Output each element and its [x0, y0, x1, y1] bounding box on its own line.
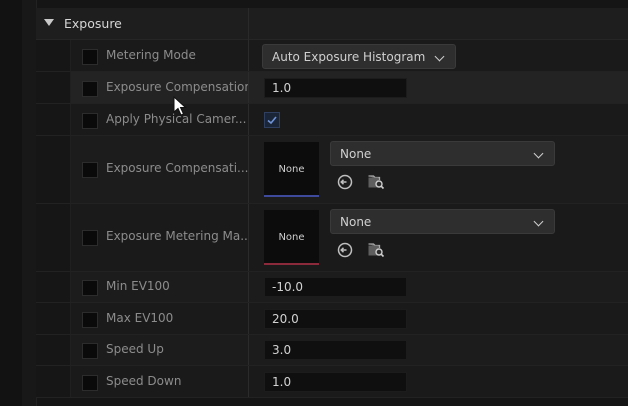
row-indent — [36, 40, 71, 71]
dropdown-value: None — [340, 215, 372, 229]
field-value: 1.0 — [272, 375, 292, 389]
speed-down-field[interactable]: 1.0 — [264, 372, 407, 392]
column-divider — [248, 136, 249, 203]
section-title: Exposure — [64, 16, 122, 31]
mask-asset-dropdown[interactable]: None — [330, 209, 555, 234]
max-ev100-field[interactable]: 20.0 — [264, 309, 407, 329]
indent-column — [22, 0, 37, 406]
caret-down-icon[interactable] — [44, 19, 54, 26]
row-metering-mode: Metering Mode Auto Exposure Histogram — [36, 40, 628, 72]
property-label: Exposure Metering Ma... — [106, 229, 248, 243]
row-speed-down: Speed Down 1.0 — [36, 366, 628, 398]
column-divider — [248, 40, 249, 71]
row-max-ev100: Max EV100 20.0 — [36, 303, 628, 335]
property-label: Min EV100 — [106, 279, 170, 293]
exposure-compensation-field[interactable]: 1.0 — [264, 78, 407, 98]
asset-thumbnail[interactable]: None — [264, 210, 319, 265]
override-checkbox[interactable] — [82, 113, 98, 129]
reset-arrow-icon[interactable] — [336, 173, 354, 191]
column-divider — [248, 335, 249, 365]
field-value: 20.0 — [272, 312, 299, 326]
row-indent — [36, 303, 71, 334]
property-label: Exposure Compensati... — [106, 161, 248, 175]
speed-up-field[interactable]: 3.0 — [264, 340, 407, 360]
thumbnail-label: None — [278, 164, 305, 175]
column-divider — [248, 104, 249, 135]
metering-mode-dropdown[interactable]: Auto Exposure Histogram — [262, 44, 456, 69]
checkmark-icon — [267, 116, 277, 125]
override-checkbox[interactable] — [82, 312, 98, 328]
property-label: Speed Up — [106, 342, 164, 356]
property-label: Metering Mode — [106, 48, 196, 62]
column-divider — [248, 366, 249, 397]
chevron-down-icon — [533, 148, 544, 159]
row-exposure-compensation-curve: Exposure Compensati... None None — [36, 136, 628, 204]
column-divider — [248, 72, 249, 103]
row-indent — [36, 136, 71, 203]
reset-arrow-icon[interactable] — [336, 241, 354, 259]
row-exposure-metering-mask: Exposure Metering Ma... None None — [36, 204, 628, 272]
dropdown-value: None — [340, 147, 372, 161]
row-exposure-compensation: Exposure Compensation 1.0 — [36, 72, 628, 104]
column-divider — [248, 204, 249, 271]
browse-folder-icon[interactable] — [367, 172, 385, 190]
override-checkbox[interactable] — [82, 280, 98, 296]
override-checkbox[interactable] — [82, 230, 98, 246]
min-ev100-field[interactable]: -10.0 — [264, 277, 407, 297]
curve-asset-dropdown[interactable]: None — [330, 141, 555, 166]
row-apply-physical-camera: Apply Physical Camer... — [36, 104, 628, 136]
row-indent — [36, 204, 71, 271]
chevron-down-icon — [434, 51, 445, 62]
row-min-ev100: Min EV100 -10.0 — [36, 272, 628, 303]
browse-folder-icon[interactable] — [367, 240, 385, 258]
row-indent — [36, 272, 71, 302]
asset-thumbnail[interactable]: None — [264, 142, 319, 197]
property-label: Speed Down — [106, 374, 182, 388]
row-indent — [36, 366, 71, 397]
row-speed-up: Speed Up 3.0 — [36, 335, 628, 366]
exposure-section-header[interactable]: Exposure — [36, 8, 628, 40]
field-value: 1.0 — [272, 81, 292, 95]
apply-physical-camera-checkbox[interactable] — [264, 112, 280, 128]
column-divider — [248, 303, 249, 334]
override-checkbox[interactable] — [82, 81, 98, 97]
row-indent — [36, 335, 71, 365]
override-checkbox[interactable] — [82, 162, 98, 178]
field-value: 3.0 — [272, 343, 292, 357]
override-checkbox[interactable] — [82, 49, 98, 65]
override-checkbox[interactable] — [82, 343, 98, 359]
override-checkbox[interactable] — [82, 375, 98, 391]
dropdown-value: Auto Exposure Histogram — [272, 50, 426, 64]
chevron-down-icon — [533, 216, 544, 227]
property-label: Exposure Compensation — [106, 80, 248, 94]
property-label: Max EV100 — [106, 311, 174, 325]
row-indent — [36, 104, 71, 135]
thumbnail-label: None — [278, 232, 305, 243]
mouse-pointer-icon — [173, 96, 187, 116]
left-gutter — [0, 0, 23, 406]
row-indent — [36, 72, 71, 103]
column-divider — [248, 272, 249, 302]
field-value: -10.0 — [272, 280, 304, 294]
column-divider — [248, 8, 249, 40]
